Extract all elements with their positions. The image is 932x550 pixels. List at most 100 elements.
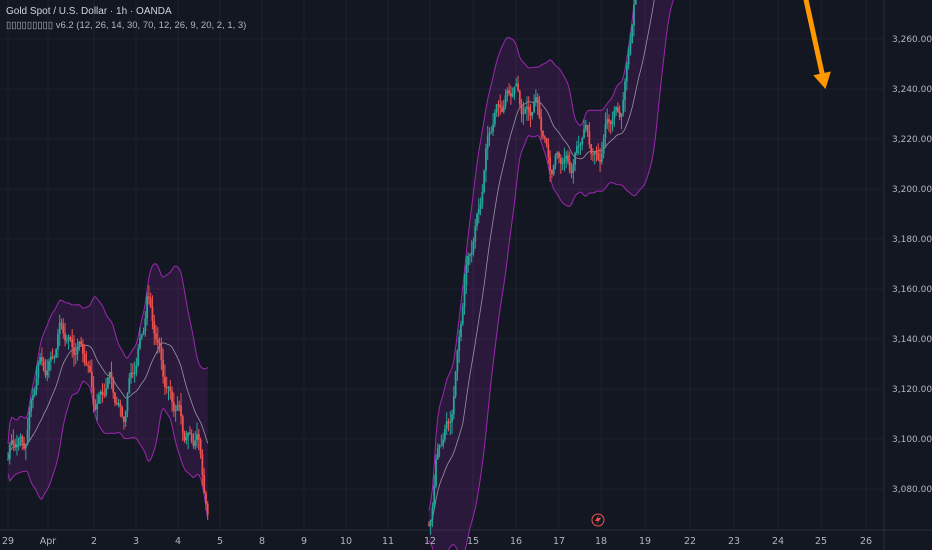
candle-body <box>17 438 20 445</box>
candlestick-series <box>7 0 637 535</box>
candle-body <box>551 170 553 175</box>
x-tick-label: 19 <box>639 536 651 547</box>
candle-body <box>620 113 623 118</box>
candle-body <box>147 296 150 298</box>
candle-body <box>495 104 498 113</box>
candle-body <box>19 436 22 439</box>
candle-body <box>599 159 601 162</box>
candle-body <box>435 459 437 486</box>
candle-body <box>206 504 209 515</box>
x-tick-label: 18 <box>595 536 607 547</box>
candle-body <box>454 371 457 396</box>
candle-body <box>151 306 154 322</box>
candle-body <box>49 356 52 362</box>
x-tick-label: Apr <box>40 536 57 547</box>
candle-body <box>139 337 141 349</box>
candle-body <box>196 433 198 441</box>
candle-body <box>447 421 450 424</box>
candle-body <box>592 153 594 155</box>
candle-body <box>130 372 132 379</box>
candle-body <box>531 112 534 116</box>
candle-body <box>160 346 163 361</box>
candle-body <box>92 387 95 406</box>
candle-body <box>187 432 190 438</box>
candle-body <box>513 86 516 94</box>
candle-body <box>137 348 140 366</box>
candle-body <box>629 43 632 55</box>
candle-body <box>438 445 441 449</box>
candle-body <box>488 133 491 136</box>
lightning-icon <box>595 515 601 525</box>
candle-body <box>451 414 453 423</box>
candle-body <box>126 393 129 412</box>
candle-body <box>472 241 475 253</box>
candle-body <box>76 346 79 354</box>
candle-body <box>600 153 603 162</box>
candle-body <box>58 322 61 335</box>
candle-body <box>117 403 120 405</box>
candle-body <box>570 170 573 173</box>
candle-body <box>474 225 477 242</box>
candle-body <box>71 338 74 348</box>
candle-body <box>470 252 473 255</box>
candle-body <box>526 106 528 109</box>
candle-body <box>106 377 109 389</box>
indicator-legend[interactable]: ▯▯▯▯▯▯▯▯▯ v6.2 (12, 26, 14, 30, 70, 12, … <box>6 20 246 31</box>
candle-body <box>465 265 468 286</box>
y-tick-label: 3,160.000 <box>892 285 932 295</box>
candle-body <box>622 99 625 114</box>
x-tick-label: 17 <box>553 536 565 547</box>
candle-body <box>40 357 43 362</box>
candle-body <box>427 525 430 527</box>
candle-body <box>10 440 13 446</box>
candle-body <box>185 437 188 441</box>
y-tick-label: 3,100.000 <box>892 435 932 445</box>
candle-body <box>483 170 486 192</box>
candle-body <box>108 371 111 378</box>
arrow-shaft <box>803 0 825 76</box>
candle-body <box>583 129 585 138</box>
candle-body <box>37 363 40 379</box>
candle-body <box>577 145 580 147</box>
candle-body <box>7 459 9 460</box>
candle-body <box>169 386 172 392</box>
candle-body <box>510 93 512 97</box>
candle-body <box>477 208 480 215</box>
candle-body <box>561 162 564 164</box>
price-chart[interactable]: 3288 3,080.0003,100.0003,120.0003,140.00… <box>0 0 932 550</box>
candle-body <box>534 97 537 102</box>
candle-body <box>584 124 587 130</box>
candle-body <box>51 356 54 358</box>
candle-body <box>517 83 519 91</box>
symbol-title[interactable]: Gold Spot / U.S. Dollar · 1h · OANDA <box>6 6 172 17</box>
candle-body <box>14 443 17 448</box>
candle-body <box>128 378 131 394</box>
bollinger-bands <box>7 0 674 550</box>
candle-body <box>180 405 182 417</box>
candle-body <box>46 370 49 376</box>
arrow-head <box>813 71 831 89</box>
x-tick-label: 29 <box>2 536 14 547</box>
candle-body <box>194 440 197 446</box>
candle-body <box>485 148 487 171</box>
candle-body <box>481 191 484 205</box>
x-tick-label: 10 <box>340 536 352 547</box>
candle-body <box>110 371 113 379</box>
candle-body <box>26 429 29 445</box>
candle-body <box>463 285 466 308</box>
candle-body <box>452 395 455 415</box>
candle-body <box>429 520 432 526</box>
candle-body <box>21 436 24 443</box>
candle-body <box>565 155 568 159</box>
candle-body <box>189 432 191 435</box>
candle-body <box>101 391 104 395</box>
candle-body <box>593 151 596 155</box>
price-axis[interactable]: 3,080.000 3,100.000 3,120.000 3,140.000 3,16… <box>892 0 932 495</box>
candle-body <box>162 360 165 377</box>
candle-body <box>183 432 186 441</box>
candle-body <box>588 131 591 145</box>
candle-body <box>558 152 560 159</box>
candle-body <box>171 391 173 403</box>
candle-body <box>149 297 152 307</box>
candle-body <box>460 324 462 337</box>
